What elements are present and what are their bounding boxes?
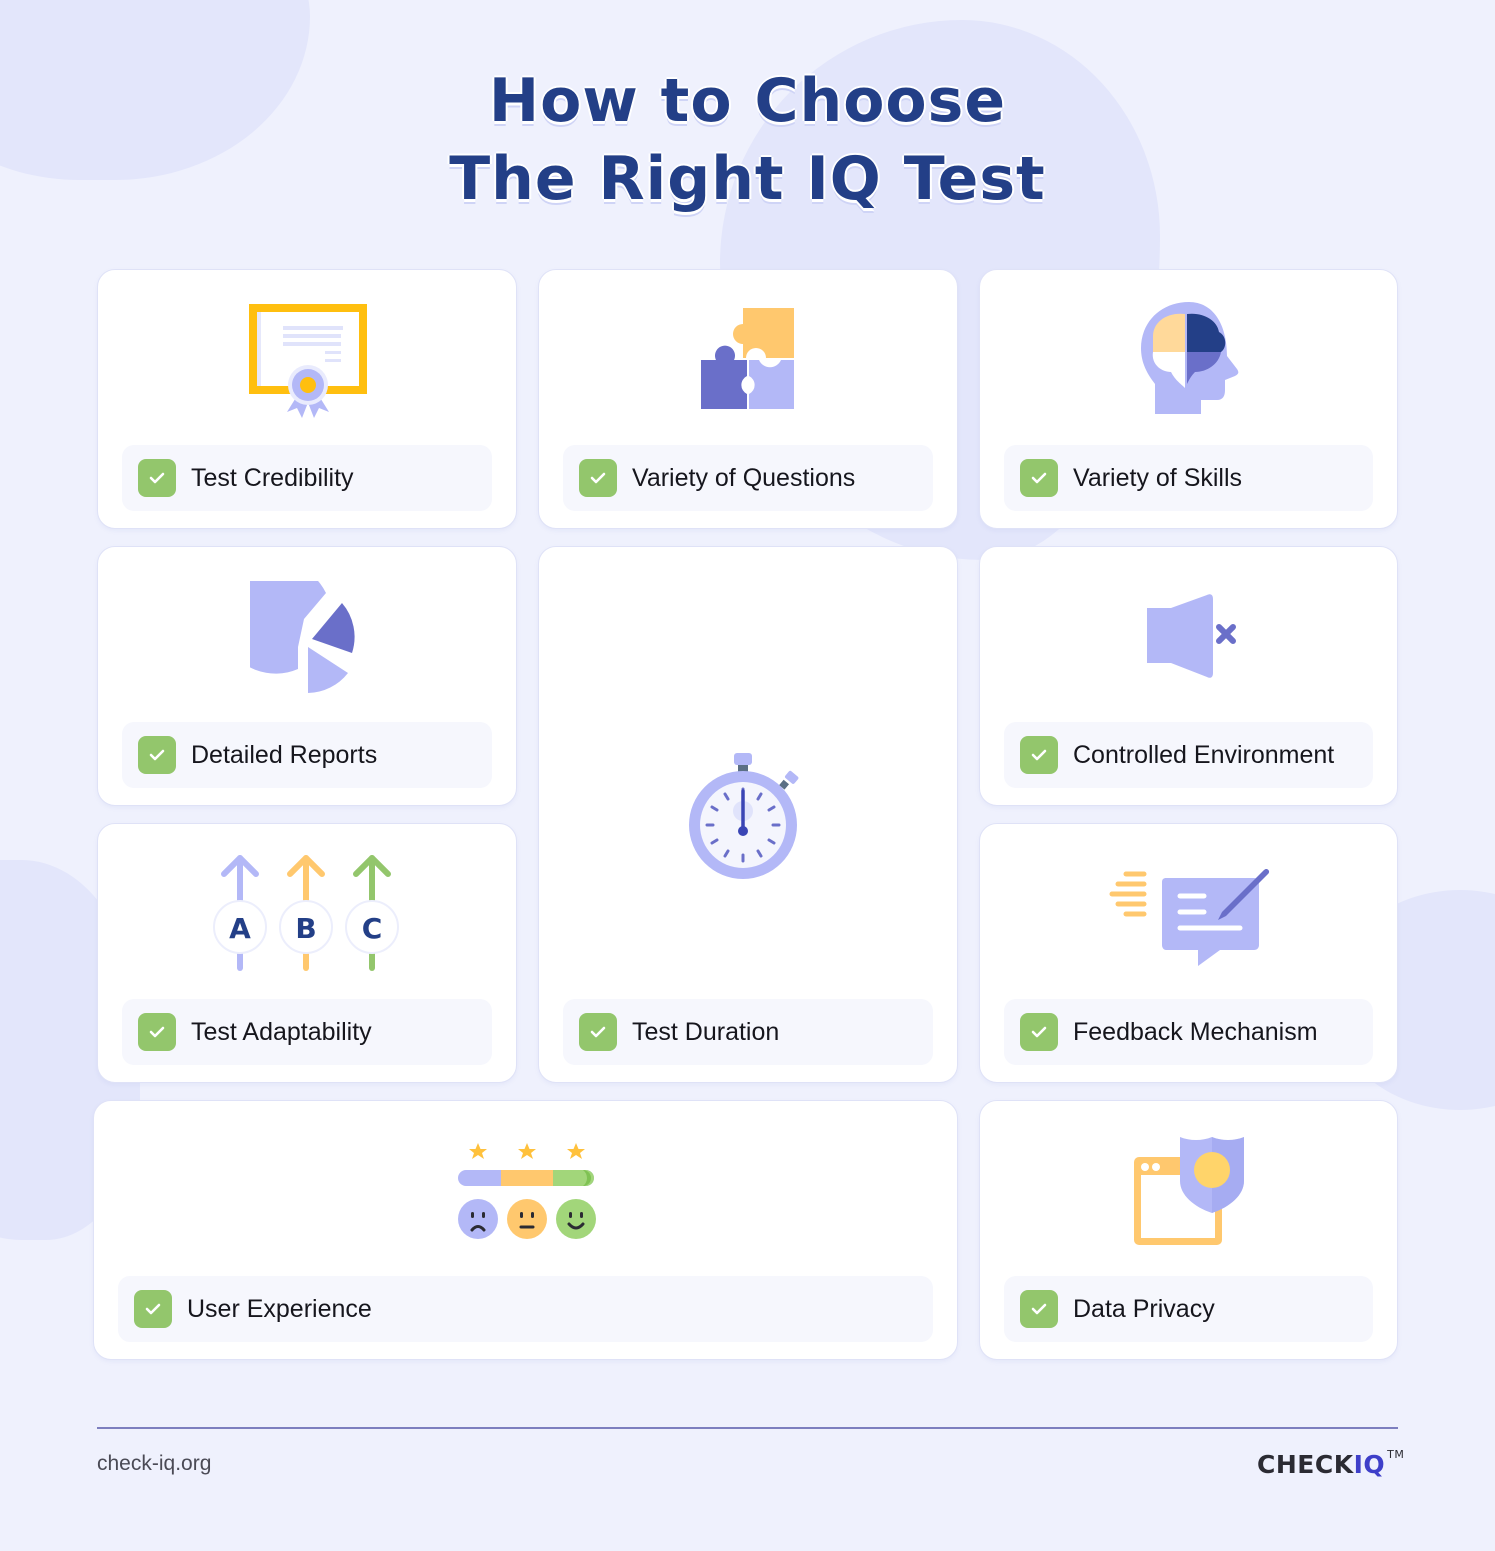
label-bar: Data Privacy bbox=[1004, 1276, 1373, 1342]
check-icon bbox=[138, 1013, 176, 1051]
label-bar: Controlled Environment bbox=[1004, 722, 1373, 788]
card-variety-of-skills: Variety of Skills bbox=[979, 269, 1398, 529]
card-label: Test Adaptability bbox=[191, 1017, 372, 1046]
title-line-1: How to Choose bbox=[488, 66, 1007, 136]
card-label: Test Credibility bbox=[191, 463, 354, 492]
card-data-privacy: Data Privacy bbox=[979, 1100, 1398, 1360]
star-icon bbox=[567, 1143, 585, 1159]
certificate-icon bbox=[249, 304, 367, 418]
card-detailed-reports: Detailed Reports bbox=[97, 546, 517, 806]
letter-c: C bbox=[362, 912, 383, 945]
trademark: TM bbox=[1387, 1447, 1405, 1461]
card-test-duration: Test Duration bbox=[538, 546, 958, 1083]
star-icon bbox=[518, 1143, 536, 1159]
abc-arrows-icon: A B C bbox=[213, 855, 399, 971]
label-bar: Variety of Skills bbox=[1004, 445, 1373, 511]
card-controlled-environment: Controlled Environment bbox=[979, 546, 1398, 806]
label-bar: Test Adaptability bbox=[122, 999, 492, 1065]
feedback-message-icon bbox=[1109, 868, 1269, 966]
card-label: Controlled Environment bbox=[1073, 740, 1335, 769]
muted-speaker-icon bbox=[1146, 594, 1236, 678]
label-bar: Test Duration bbox=[563, 999, 933, 1065]
stopwatch-icon bbox=[689, 753, 799, 879]
brand-accent: IQ bbox=[1353, 1450, 1386, 1479]
label-bar: Test Credibility bbox=[122, 445, 492, 511]
card-label: Variety of Questions bbox=[632, 463, 856, 492]
card-feedback-mechanism: Feedback Mechanism bbox=[979, 823, 1398, 1083]
card-label: Test Duration bbox=[632, 1017, 780, 1046]
card-label: Variety of Skills bbox=[1073, 463, 1243, 492]
star-icon bbox=[469, 1143, 487, 1159]
title-line-2: The Right IQ Test bbox=[449, 144, 1046, 214]
shield-window-icon bbox=[1134, 1137, 1244, 1245]
card-label: User Experience bbox=[187, 1294, 372, 1323]
letter-b: B bbox=[295, 912, 316, 945]
check-icon bbox=[134, 1290, 172, 1328]
card-test-adaptability: A B C Test Adaptability bbox=[97, 823, 517, 1083]
card-label: Data Privacy bbox=[1073, 1294, 1215, 1323]
label-bar: Detailed Reports bbox=[122, 722, 492, 788]
check-icon bbox=[579, 459, 617, 497]
puzzle-icon bbox=[701, 308, 794, 409]
card-user-experience: User Experience bbox=[93, 1100, 958, 1360]
letter-a: A bbox=[229, 912, 251, 945]
check-icon bbox=[138, 459, 176, 497]
check-icon bbox=[1020, 1013, 1058, 1051]
page-title: How to Choose The Right IQ Test bbox=[0, 62, 1495, 218]
check-icon bbox=[579, 1013, 617, 1051]
label-bar: Variety of Questions bbox=[563, 445, 933, 511]
card-label: Detailed Reports bbox=[191, 740, 378, 769]
footer-url[interactable]: check-iq.org bbox=[97, 1452, 211, 1476]
card-variety-of-questions: Variety of Questions bbox=[538, 269, 958, 529]
brain-head-icon bbox=[1141, 302, 1239, 414]
footer-divider bbox=[97, 1427, 1398, 1429]
brand-logo: CHECKIQ TM bbox=[1257, 1447, 1405, 1479]
label-bar: User Experience bbox=[118, 1276, 933, 1342]
card-label: Feedback Mechanism bbox=[1073, 1017, 1318, 1046]
check-icon bbox=[1020, 736, 1058, 774]
check-icon bbox=[1020, 459, 1058, 497]
rating-faces-icon bbox=[458, 1143, 596, 1239]
pie-chart-icon bbox=[249, 581, 355, 693]
brand-main: CHECK bbox=[1257, 1450, 1354, 1479]
check-icon bbox=[138, 736, 176, 774]
card-test-credibility: Test Credibility bbox=[97, 269, 517, 529]
check-icon bbox=[1020, 1290, 1058, 1328]
label-bar: Feedback Mechanism bbox=[1004, 999, 1373, 1065]
